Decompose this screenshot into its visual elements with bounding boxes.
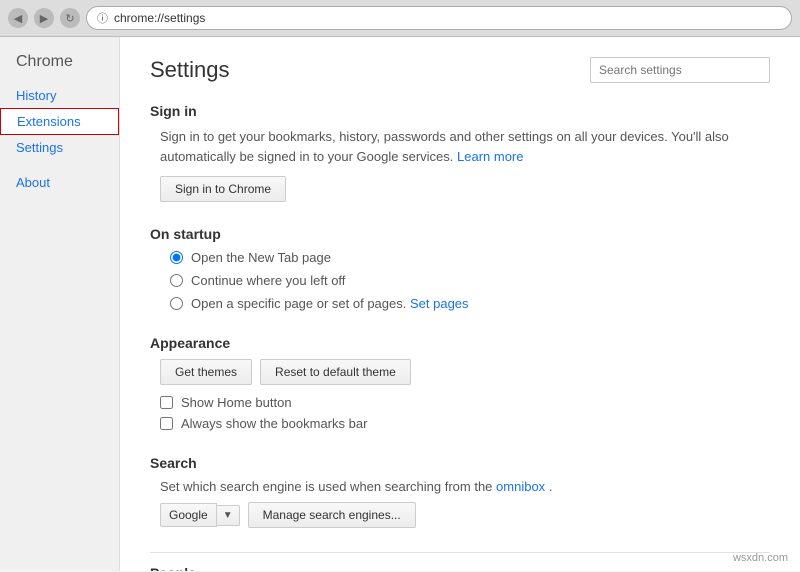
get-themes-button[interactable]: Get themes <box>160 359 252 385</box>
sidebar-divider <box>0 160 119 170</box>
secure-icon: ⓘ <box>97 10 108 26</box>
startup-title: On startup <box>150 226 770 242</box>
signin-description: Sign in to get your bookmarks, history, … <box>160 127 770 166</box>
url-text: chrome://settings <box>114 11 205 25</box>
manage-search-engines-button[interactable]: Manage search engines... <box>248 502 416 528</box>
sidebar-item-extensions[interactable]: Extensions <box>0 108 119 135</box>
section-divider <box>150 552 770 553</box>
address-bar[interactable]: ⓘ chrome://settings <box>86 6 792 30</box>
back-button[interactable]: ◀ <box>8 8 28 28</box>
bookmarks-bar-checkbox-label[interactable]: Always show the bookmarks bar <box>160 416 770 431</box>
watermark: wsxdn.com <box>733 552 788 564</box>
show-home-button-checkbox[interactable] <box>160 396 173 409</box>
appearance-body: Get themes Reset to default theme Show H… <box>150 359 770 431</box>
search-description: Set which search engine is used when sea… <box>160 479 770 494</box>
startup-radio-group: Open the New Tab page Continue where you… <box>170 250 770 311</box>
settings-header: Settings <box>150 57 770 83</box>
startup-radio-newtab[interactable] <box>170 251 183 264</box>
omnibox-link[interactable]: omnibox <box>496 479 545 494</box>
startup-option-newtab[interactable]: Open the New Tab page <box>170 250 770 265</box>
search-controls: Google ▼ Manage search engines... <box>160 502 770 528</box>
startup-option-continue[interactable]: Continue where you left off <box>170 273 770 288</box>
browser-chrome: ◀ ▶ ↻ ⓘ chrome://settings <box>0 0 800 37</box>
signin-body: Sign in to get your bookmarks, history, … <box>150 127 770 202</box>
section-search: Search Set which search engine is used w… <box>150 455 770 528</box>
page-layout: Chrome History Extensions Settings About… <box>0 37 800 571</box>
startup-radio-continue[interactable] <box>170 274 183 287</box>
search-engine-select[interactable]: Google ▼ <box>160 503 240 527</box>
signin-title: Sign in <box>150 103 770 119</box>
show-home-button-checkbox-label[interactable]: Show Home button <box>160 395 770 410</box>
sidebar-title: Chrome <box>0 53 119 83</box>
forward-button[interactable]: ▶ <box>34 8 54 28</box>
sidebar-item-about[interactable]: About <box>0 170 119 195</box>
section-appearance: Appearance Get themes Reset to default t… <box>150 335 770 431</box>
search-engine-value[interactable]: Google <box>160 503 217 527</box>
sidebar-item-settings[interactable]: Settings <box>0 135 119 160</box>
set-pages-link[interactable]: Set pages <box>410 296 469 311</box>
startup-option-specific[interactable]: Open a specific page or set of pages. Se… <box>170 296 770 311</box>
section-startup: On startup Open the New Tab page Continu… <box>150 226 770 311</box>
startup-radio-specific[interactable] <box>170 297 183 310</box>
appearance-title: Appearance <box>150 335 770 351</box>
search-settings-input[interactable] <box>590 57 770 83</box>
main-content: Settings Sign in Sign in to get your boo… <box>120 37 800 571</box>
appearance-btn-group: Get themes Reset to default theme <box>160 359 770 385</box>
sidebar: Chrome History Extensions Settings About <box>0 37 120 571</box>
reload-button[interactable]: ↻ <box>60 8 80 28</box>
signin-button[interactable]: Sign in to Chrome <box>160 176 286 202</box>
learn-more-link[interactable]: Learn more <box>457 149 523 164</box>
sidebar-item-history[interactable]: History <box>0 83 119 108</box>
page-title: Settings <box>150 57 230 83</box>
bookmarks-bar-checkbox[interactable] <box>160 417 173 430</box>
section-signin: Sign in Sign in to get your bookmarks, h… <box>150 103 770 202</box>
section-people: People <box>150 552 770 571</box>
people-title: People <box>150 565 770 571</box>
search-title: Search <box>150 455 770 471</box>
reset-theme-button[interactable]: Reset to default theme <box>260 359 411 385</box>
startup-body: Open the New Tab page Continue where you… <box>150 250 770 311</box>
search-engine-arrow[interactable]: ▼ <box>217 505 240 526</box>
search-body: Set which search engine is used when sea… <box>150 479 770 528</box>
